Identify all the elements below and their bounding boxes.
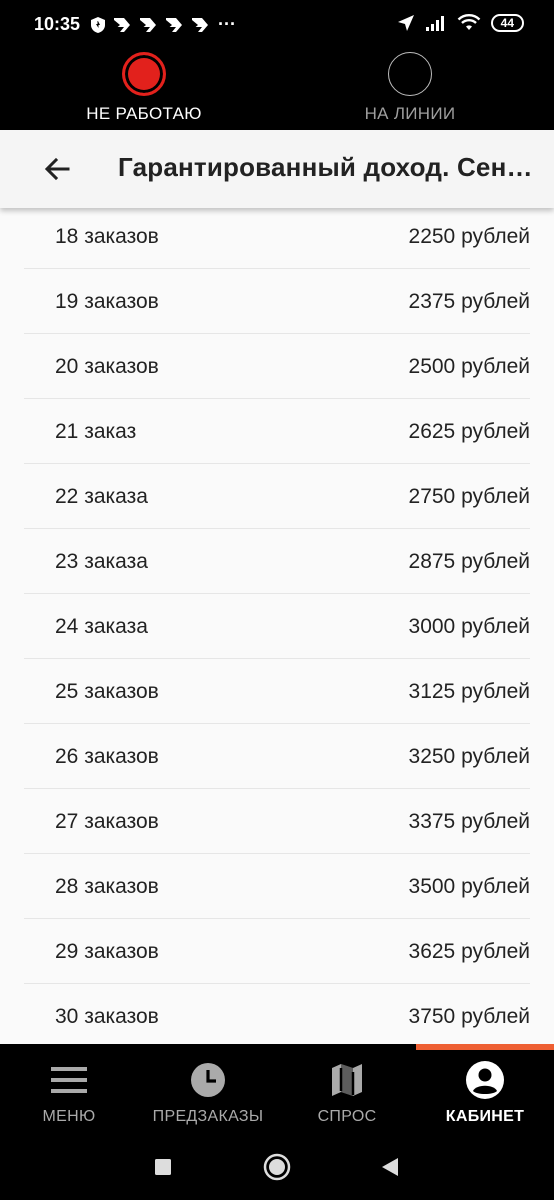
nav-preorders-label: ПРЕДЗАКАЗЫ xyxy=(152,1108,264,1125)
table-row: 25 заказов 3125 рублей xyxy=(24,659,530,724)
income-amount: 3000 рублей xyxy=(408,615,530,638)
income-table[interactable]: 18 заказов 2250 рублей 19 заказов 2375 рубл… xyxy=(0,208,554,1044)
app-notification-icon xyxy=(166,17,182,32)
record-icon xyxy=(122,52,166,96)
orders-count: 23 заказа xyxy=(55,550,148,573)
nav-demand[interactable]: СПРОС xyxy=(302,1060,392,1126)
hamburger-menu-icon xyxy=(51,1067,87,1093)
income-amount: 2750 рублей xyxy=(408,485,530,508)
income-amount: 3125 рублей xyxy=(408,680,530,703)
income-amount: 3625 рублей xyxy=(408,940,530,963)
app-notification-icon xyxy=(140,17,156,32)
driver-status-panel: НЕ РАБОТАЮ НА ЛИНИИ xyxy=(0,50,554,130)
orders-count: 20 заказов xyxy=(55,355,159,378)
income-amount: 2500 рублей xyxy=(408,355,530,378)
table-row: 21 заказ 2625 рублей xyxy=(24,399,530,464)
orders-count: 25 заказов xyxy=(55,680,159,703)
arrow-left-icon xyxy=(44,157,70,181)
table-row: 22 заказа 2750 рублей xyxy=(24,464,530,529)
system-navigation-bar xyxy=(0,1140,554,1200)
battery-indicator: 44 xyxy=(490,14,524,32)
nav-preorders[interactable]: ПРЕДЗАКАЗЫ xyxy=(140,1060,276,1126)
orders-count: 28 заказов xyxy=(55,875,159,898)
orders-count: 24 заказа xyxy=(55,615,148,638)
shield-icon xyxy=(91,16,105,33)
income-amount: 3375 рублей xyxy=(408,810,530,833)
bottom-navigation: МЕНЮ ПРЕДЗАКАЗЫ СПРОС КАБИНЕТ xyxy=(0,1044,554,1140)
nav-cabinet[interactable]: КАБИНЕТ xyxy=(430,1060,540,1126)
map-icon xyxy=(332,1064,362,1096)
status-online-toggle[interactable]: НА ЛИНИИ xyxy=(320,52,500,124)
signal-icon xyxy=(425,16,444,31)
app-bar: Гарантированный доход. Сентябрь xyxy=(0,130,554,208)
active-tab-indicator xyxy=(416,1044,554,1050)
table-row: 19 заказов 2375 рублей xyxy=(24,269,530,334)
back-nav-icon[interactable] xyxy=(380,1157,400,1177)
nav-demand-label: СПРОС xyxy=(317,1108,377,1125)
income-amount: 2875 рублей xyxy=(408,550,530,573)
orders-count: 26 заказов xyxy=(55,745,159,768)
orders-count: 30 заказов xyxy=(55,1005,159,1028)
income-amount: 2250 рублей xyxy=(408,225,530,248)
clock-icon xyxy=(191,1063,225,1097)
table-row: 30 заказов 3750 рублей xyxy=(24,984,530,1044)
status-online-label: НА ЛИНИИ xyxy=(364,104,456,123)
recent-apps-icon[interactable] xyxy=(154,1158,172,1176)
home-icon[interactable] xyxy=(263,1153,291,1181)
more-notifications-icon: ··· xyxy=(218,14,236,34)
wifi-icon xyxy=(457,14,480,30)
table-row: 23 заказа 2875 рублей xyxy=(24,529,530,594)
income-amount: 2625 рублей xyxy=(408,420,530,443)
orders-count: 18 заказов xyxy=(55,225,159,248)
status-offline-label: НЕ РАБОТАЮ xyxy=(86,104,202,123)
table-row: 26 заказов 3250 рублей xyxy=(24,724,530,789)
orders-count: 29 заказов xyxy=(55,940,159,963)
income-amount: 3500 рублей xyxy=(408,875,530,898)
table-row: 27 заказов 3375 рублей xyxy=(24,789,530,854)
notification-icons: ··· xyxy=(90,14,236,35)
nav-cabinet-label: КАБИНЕТ xyxy=(445,1108,525,1125)
status-offline-toggle[interactable]: НЕ РАБОТАЮ xyxy=(54,52,234,124)
table-row: 18 заказов 2250 рублей xyxy=(24,208,530,269)
location-icon xyxy=(397,15,414,31)
orders-count: 22 заказа xyxy=(55,485,148,508)
table-row: 20 заказов 2500 рублей xyxy=(24,334,530,399)
orders-count: 19 заказов xyxy=(55,290,159,313)
income-amount: 3250 рублей xyxy=(408,745,530,768)
nav-menu[interactable]: МЕНЮ xyxy=(24,1060,114,1126)
nav-menu-label: МЕНЮ xyxy=(42,1108,96,1125)
income-amount: 2375 рублей xyxy=(408,290,530,313)
app-notification-icon xyxy=(114,17,130,32)
table-row: 29 заказов 3625 рублей xyxy=(24,919,530,984)
table-row: 28 заказов 3500 рублей xyxy=(24,854,530,919)
orders-count: 21 заказ xyxy=(55,420,137,443)
app-notification-icon xyxy=(192,17,208,32)
orders-count: 27 заказов xyxy=(55,810,159,833)
circle-outline-icon xyxy=(388,52,432,96)
table-row: 24 заказа 3000 рублей xyxy=(24,594,530,659)
clock: 10:35 xyxy=(34,14,81,34)
page-title: Гарантированный доход. Сентябрь xyxy=(118,152,538,182)
income-amount: 3750 рублей xyxy=(408,1005,530,1028)
system-icons: 44 xyxy=(397,14,524,32)
back-button[interactable] xyxy=(40,152,74,186)
account-circle-icon xyxy=(466,1061,504,1099)
status-bar: 10:35 ··· 44 xyxy=(0,0,554,50)
